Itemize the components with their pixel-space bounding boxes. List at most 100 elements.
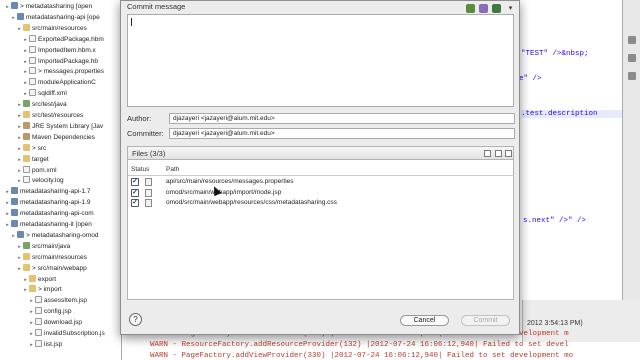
column-header-status[interactable]: Status (131, 166, 149, 173)
expand-arrow-icon[interactable]: ▸ (16, 253, 23, 263)
author-field[interactable]: djazayeri <jazayeri@alum.mit.edu> (169, 113, 515, 124)
tree-item[interactable]: ▸ export (0, 274, 121, 285)
tree-item[interactable]: ▸ metadatasharing-it [open (0, 220, 121, 230)
tree-item[interactable]: ▸ src/main/resources (0, 252, 121, 263)
deselect-all-icon[interactable] (505, 150, 512, 157)
expand-arrow-icon[interactable]: ▸ (16, 166, 23, 176)
expand-arrow-icon[interactable]: ▸ (22, 89, 29, 99)
help-icon[interactable]: ? (129, 313, 142, 326)
expand-arrow-icon[interactable]: ▸ (10, 231, 17, 241)
modified-file-icon (145, 199, 152, 207)
file-row[interactable]: ✓ api/src/main/resources/messages.propert… (128, 177, 513, 187)
expand-arrow-icon[interactable]: ▸ (16, 122, 23, 132)
expand-arrow-icon[interactable]: ▸ (4, 187, 11, 197)
spell-check-icon[interactable] (466, 4, 475, 13)
commit-message-textarea[interactable] (127, 14, 514, 107)
expand-arrow-icon[interactable]: ▸ (16, 144, 23, 154)
expand-arrow-icon[interactable]: ▸ (16, 264, 23, 274)
outline-icon[interactable] (628, 36, 636, 44)
tree-item[interactable]: ▸ config.jsp (0, 307, 121, 317)
expand-arrow-icon[interactable]: ▸ (16, 242, 23, 252)
tree-item[interactable]: ▸ src/main/resources (0, 23, 121, 34)
tree-item[interactable]: ▸ metadatasharing-api-com (0, 209, 121, 219)
expand-arrow-icon[interactable]: ▸ (16, 176, 23, 186)
tree-item[interactable]: ▸ list.jsp (0, 339, 121, 350)
java-icon (23, 241, 30, 249)
commit-button[interactable]: Commit (461, 315, 510, 326)
tree-item[interactable]: ▸ ImportedItem.hbm.x (0, 45, 121, 56)
tree-item[interactable]: ▸ src/main/java (0, 241, 121, 252)
expand-arrow-icon[interactable]: ▸ (28, 296, 35, 306)
file-row[interactable]: ✓ omod/src/main/webapp/import/mode.jsp (128, 188, 513, 198)
properties-icon[interactable] (628, 72, 636, 80)
expand-arrow-icon[interactable]: ▸ (4, 198, 11, 208)
tree-item[interactable]: ▸ > metadatasharing-omod (0, 230, 121, 241)
tree-item[interactable]: ▸ download.jsp (0, 318, 121, 328)
committer-field[interactable]: djazayeri <jazayeri@alum.mit.edu> (169, 128, 515, 139)
tree-item[interactable]: ▸ Maven Dependencies (0, 132, 121, 143)
tree-item[interactable]: ▸ metadatasharing-api-1.9 (0, 198, 121, 208)
expand-arrow-icon[interactable]: ▸ (4, 2, 11, 12)
tree-item[interactable]: ▸ JRE System Library [Jav (0, 121, 121, 132)
select-all-icon[interactable] (495, 150, 502, 157)
code-editor[interactable]: "TEST" />&nbsp; e" /> .test.description … (515, 0, 622, 342)
files-section-header: Files (3/3) (127, 146, 514, 160)
tree-item[interactable]: ▸ metadatasharing-api-1.7 (0, 187, 121, 197)
folder-icon (23, 111, 30, 118)
expand-arrow-icon[interactable]: ▸ (4, 220, 11, 230)
expand-arrow-icon[interactable]: ▸ (28, 318, 35, 328)
tree-item[interactable]: ▸ metadatasharing-api [ope (0, 12, 121, 23)
tree-item[interactable]: ▸ > src/main/webapp (0, 263, 121, 274)
expand-arrow-icon[interactable]: ▸ (16, 100, 23, 110)
tree-item[interactable]: ▸ src/test/resources (0, 111, 121, 121)
add-change-id-icon[interactable] (492, 4, 501, 13)
file-checkbox[interactable]: ✓ (131, 188, 139, 197)
file-icon (35, 296, 42, 304)
filter-icon[interactable] (484, 150, 491, 157)
expand-arrow-icon[interactable]: ▸ (16, 111, 23, 121)
expand-arrow-icon[interactable]: ▸ (16, 133, 23, 143)
tree-item[interactable]: ▸ src/test/java (0, 100, 121, 110)
expand-arrow-icon[interactable]: ▸ (22, 46, 29, 56)
expand-arrow-icon[interactable]: ▸ (28, 307, 35, 317)
file-checkbox[interactable]: ✓ (131, 199, 139, 207)
tree-item[interactable]: ▸ ImportedPackage.hb (0, 56, 121, 67)
expand-arrow-icon[interactable]: ▸ (28, 329, 35, 339)
file-icon (35, 318, 42, 326)
tree-item[interactable]: ▸ > metadatasharing [open (0, 2, 121, 12)
expand-arrow-icon[interactable]: ▸ (22, 275, 29, 285)
tree-item[interactable]: ▸ moduleApplicationC (0, 78, 121, 88)
tree-item[interactable]: ▸ velocity.log (0, 176, 121, 186)
expand-arrow-icon[interactable]: ▸ (10, 13, 17, 23)
expand-arrow-icon[interactable]: ▸ (22, 57, 29, 67)
tree-item[interactable]: ▸ > messages.properties (0, 67, 121, 77)
expand-arrow-icon[interactable]: ▸ (28, 340, 35, 350)
expand-arrow-icon[interactable]: ▸ (16, 24, 23, 34)
tree-item[interactable]: ▸ sqldiff.xml (0, 89, 121, 99)
expand-arrow-icon[interactable]: ▸ (4, 209, 11, 219)
expand-arrow-icon[interactable]: ▸ (22, 285, 29, 295)
tree-item[interactable]: ▸ ExportedPackage.hbm (0, 34, 121, 45)
java-icon (23, 100, 30, 108)
menu-dropdown-icon[interactable]: ▾ (506, 4, 515, 13)
tree-item[interactable]: ▸ > import (0, 285, 121, 295)
expand-arrow-icon[interactable]: ▸ (22, 78, 29, 88)
expand-arrow-icon[interactable]: ▸ (16, 155, 23, 165)
expand-arrow-icon[interactable]: ▸ (22, 35, 29, 45)
tree-item[interactable]: ▸ > src (0, 143, 121, 154)
file-row[interactable]: ✓ omod/src/main/webapp/resources/css/meta… (128, 198, 513, 208)
tree-item[interactable]: ▸ invalidSubscription.js (0, 329, 121, 339)
cancel-button[interactable]: Cancel (400, 315, 449, 326)
tree-item[interactable]: ▸ target (0, 154, 121, 165)
column-header-path[interactable]: Path (166, 166, 179, 173)
tree-item[interactable]: ▸ assessItem.jsp (0, 296, 121, 306)
project-icon (11, 209, 18, 217)
tree-item[interactable]: ▸ pom.xml (0, 165, 121, 176)
tasks-icon[interactable] (628, 54, 636, 62)
expand-arrow-icon[interactable]: ▸ (22, 67, 29, 77)
tree-item-label: > src (32, 144, 47, 152)
file-checkbox[interactable]: ✓ (131, 178, 139, 186)
signed-off-icon[interactable] (479, 4, 488, 13)
library-icon (23, 121, 30, 129)
folder-icon (23, 154, 30, 162)
